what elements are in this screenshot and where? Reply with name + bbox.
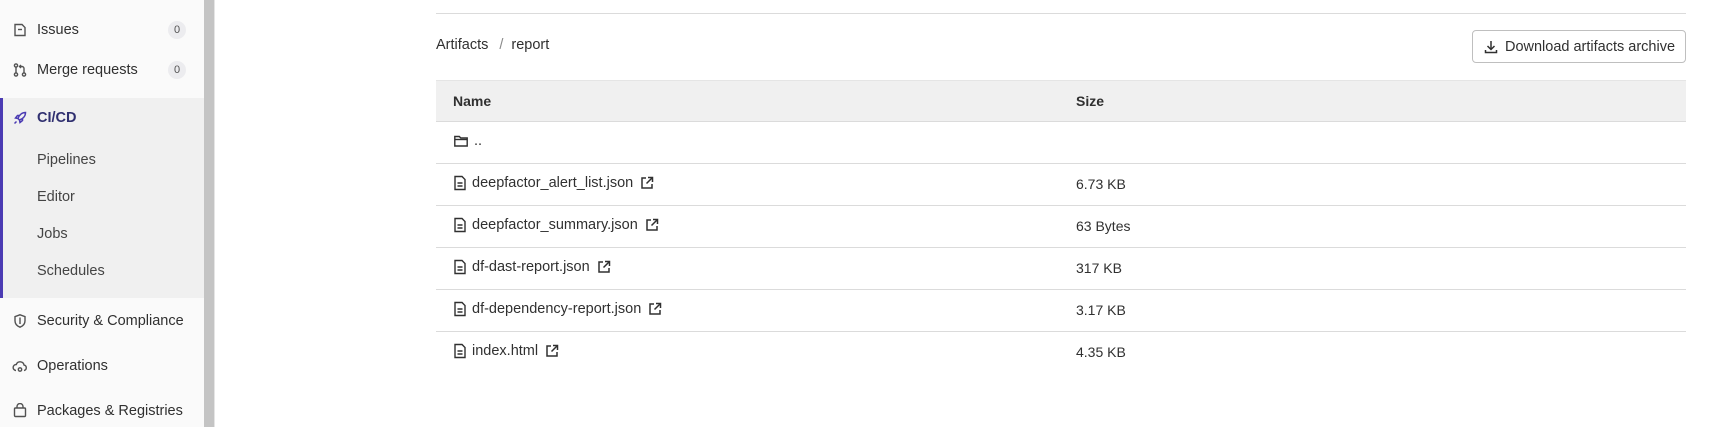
parent-directory-cell: .. — [453, 133, 482, 149]
sidebar-item-security[interactable]: Security & Compliance — [0, 301, 204, 341]
sidebar-item-cicd[interactable]: CI/CD — [0, 98, 204, 138]
sidebar-item-packages[interactable]: Packages & Registries — [0, 391, 204, 427]
file-link[interactable]: df-dependency-report.json — [472, 301, 641, 317]
column-header-size: Size — [1076, 93, 1105, 109]
column-header-name: Name — [453, 93, 492, 109]
issues-icon — [12, 22, 28, 38]
breadcrumb: Artifacts / report — [436, 37, 549, 53]
sidebar-item-label: CI/CD — [37, 110, 77, 126]
sidebar: Issues 0 Merge requests 0 CI/CD Pipeline… — [0, 0, 204, 427]
file-name-cell: deepfactor_alert_list.json — [453, 175, 654, 191]
package-icon — [12, 403, 28, 419]
file-name-cell: deepfactor_summary.json — [453, 217, 659, 233]
sidebar-divider — [214, 0, 215, 427]
parent-directory-link[interactable]: .. — [474, 133, 482, 149]
file-name-cell: index.html — [453, 343, 559, 359]
sidebar-subitem-jobs[interactable]: Jobs — [37, 226, 68, 242]
file-link[interactable]: index.html — [472, 343, 538, 359]
external-link-icon[interactable] — [597, 260, 611, 274]
top-divider — [436, 13, 1686, 14]
table-row: deepfactor_alert_list.json 6.73 KB — [436, 164, 1686, 206]
file-icon — [453, 175, 467, 191]
download-artifacts-archive-button[interactable]: Download artifacts archive — [1472, 30, 1686, 63]
sidebar-scrollbar[interactable] — [204, 0, 214, 427]
table-row: index.html 4.35 KB — [436, 332, 1686, 374]
file-icon — [453, 217, 467, 233]
merge-requests-count-badge: 0 — [168, 61, 186, 79]
sidebar-item-operations[interactable]: Operations — [0, 346, 204, 386]
external-link-icon[interactable] — [640, 176, 654, 190]
sidebar-subitem-pipelines[interactable]: Pipelines — [37, 152, 96, 168]
file-icon — [453, 259, 467, 275]
file-link[interactable]: deepfactor_alert_list.json — [472, 175, 633, 191]
file-size: 3.17 KB — [1076, 302, 1126, 318]
shield-icon — [12, 313, 28, 329]
table-row-parent-directory[interactable]: .. — [436, 122, 1686, 164]
external-link-icon[interactable] — [545, 344, 559, 358]
sidebar-item-label: Packages & Registries — [37, 403, 183, 419]
table-row: deepfactor_summary.json 63 Bytes — [436, 206, 1686, 248]
sidebar-item-label: Security & Compliance — [37, 313, 184, 329]
external-link-icon[interactable] — [645, 218, 659, 232]
cloud-gear-icon — [12, 358, 28, 374]
sidebar-subitem-schedules[interactable]: Schedules — [37, 263, 105, 279]
download-icon — [1483, 39, 1499, 55]
breadcrumb-artifacts-link[interactable]: Artifacts — [436, 37, 488, 53]
issues-count-badge: 0 — [168, 21, 186, 39]
folder-icon — [453, 133, 469, 149]
file-size: 317 KB — [1076, 260, 1122, 276]
file-name-cell: df-dependency-report.json — [453, 301, 662, 317]
artifacts-table: Name Size .. deepfactor_alert_list.json … — [436, 80, 1686, 374]
sidebar-item-merge-requests[interactable]: Merge requests 0 — [0, 50, 204, 90]
sidebar-item-label: Merge requests — [37, 62, 138, 78]
table-header: Name Size — [436, 80, 1686, 122]
merge-request-icon — [12, 62, 28, 78]
sidebar-subitem-editor[interactable]: Editor — [37, 189, 75, 205]
sidebar-item-issues[interactable]: Issues 0 — [0, 10, 204, 50]
table-row: df-dependency-report.json 3.17 KB — [436, 290, 1686, 332]
external-link-icon[interactable] — [648, 302, 662, 316]
breadcrumb-current: report — [511, 37, 550, 53]
sidebar-item-label: Operations — [37, 358, 108, 374]
download-button-label: Download artifacts archive — [1504, 38, 1676, 55]
file-size: 6.73 KB — [1076, 176, 1126, 192]
file-link[interactable]: deepfactor_summary.json — [472, 217, 638, 233]
file-icon — [453, 301, 467, 317]
breadcrumb-separator: / — [499, 37, 504, 53]
file-name-cell: df-dast-report.json — [453, 259, 611, 275]
rocket-icon — [12, 110, 28, 126]
file-link[interactable]: df-dast-report.json — [472, 259, 590, 275]
file-size: 63 Bytes — [1076, 218, 1131, 234]
sidebar-group-cicd: CI/CD Pipelines Editor Jobs Schedules — [0, 98, 204, 298]
sidebar-item-label: Issues — [37, 22, 79, 38]
table-row: df-dast-report.json 317 KB — [436, 248, 1686, 290]
file-icon — [453, 343, 467, 359]
file-size: 4.35 KB — [1076, 344, 1126, 360]
